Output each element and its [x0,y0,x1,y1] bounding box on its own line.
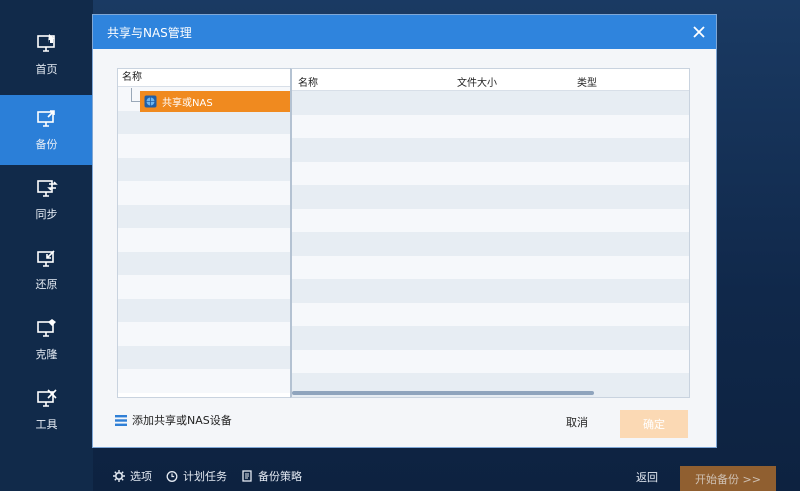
table-row [292,161,689,185]
list-item [118,228,290,252]
policy-button[interactable]: 备份策略 [241,468,302,484]
table-row [292,91,689,115]
horizontal-scrollbar[interactable] [292,391,594,395]
table-row [292,349,689,373]
dialog-title: 共享与NAS管理 [107,25,192,40]
sidebar-item-label: 还原 [35,278,58,291]
clone-icon [36,318,58,338]
sidebar-item-label: 备份 [35,138,58,151]
sidebar-item-label: 克隆 [35,348,58,361]
tools-icon [36,388,58,408]
column-header-name[interactable]: 名称 [298,74,318,89]
list-item [118,204,290,228]
table-row [292,138,689,162]
table-row [292,232,689,256]
list-icon [115,414,127,426]
tree-node-share-nas[interactable]: 共享或NAS [140,91,290,112]
list-item [118,298,290,322]
nas-management-dialog: 共享与NAS管理 名称 共享或NAS 名称 文件大小 类型 添加共享或NAS设备… [93,15,716,447]
sidebar-item-restore[interactable]: 还原 [0,235,93,305]
list-item [118,322,290,346]
tree-rows [118,87,290,397]
file-list-pane: 名称 文件大小 类型 [290,68,690,398]
table-row [292,208,689,232]
list-item [118,251,290,275]
sidebar-item-label: 同步 [35,208,58,221]
list-item [118,345,290,369]
table-row [292,114,689,138]
sidebar: 首页 备份 同步 还原 克隆 工具 [0,0,93,491]
table-row [292,302,689,326]
network-globe-icon [144,95,157,108]
bottom-bar: 选项 计划任务 备份策略 返回 开始备份 >> [93,460,800,491]
list-item [118,157,290,181]
table-row [292,326,689,350]
sync-icon [36,178,58,198]
list-header: 名称 文件大小 类型 [292,69,689,91]
back-button[interactable]: 返回 [636,469,658,485]
sidebar-item-label: 工具 [35,418,58,431]
sidebar-item-label: 首页 [35,63,58,76]
list-item [118,369,290,393]
schedule-button[interactable]: 计划任务 [166,468,227,484]
backup-icon [36,108,58,128]
list-item [118,110,290,134]
add-share-nas-button[interactable]: 添加共享或NAS设备 [115,412,232,428]
dialog-titlebar: 共享与NAS管理 [93,15,716,49]
tree-connector [131,88,132,102]
restore-icon [36,248,58,268]
list-rows [292,91,689,397]
table-row [292,185,689,209]
tree-header: 名称 [118,69,290,87]
tree-connector [131,101,140,102]
list-item [118,275,290,299]
sidebar-item-home[interactable]: 首页 [0,20,93,90]
sidebar-item-sync[interactable]: 同步 [0,165,93,235]
table-row [292,279,689,303]
options-button[interactable]: 选项 [113,468,152,484]
sidebar-item-clone[interactable]: 克隆 [0,305,93,375]
list-item [118,134,290,158]
clock-icon [166,471,178,482]
ok-button[interactable]: 确定 [620,410,688,438]
home-monitor-icon [36,33,58,53]
tree-pane: 名称 共享或NAS [117,68,291,398]
column-header-type[interactable]: 类型 [577,74,597,89]
column-header-size[interactable]: 文件大小 [457,74,497,89]
cancel-button[interactable]: 取消 [554,410,600,434]
gear-icon [113,470,125,482]
start-backup-button[interactable]: 开始备份 >> [680,466,776,491]
sidebar-item-tools[interactable]: 工具 [0,375,93,445]
document-icon [242,470,252,482]
close-icon[interactable] [692,25,706,39]
table-row [292,255,689,279]
list-item [118,181,290,205]
sidebar-item-backup[interactable]: 备份 [0,95,93,165]
